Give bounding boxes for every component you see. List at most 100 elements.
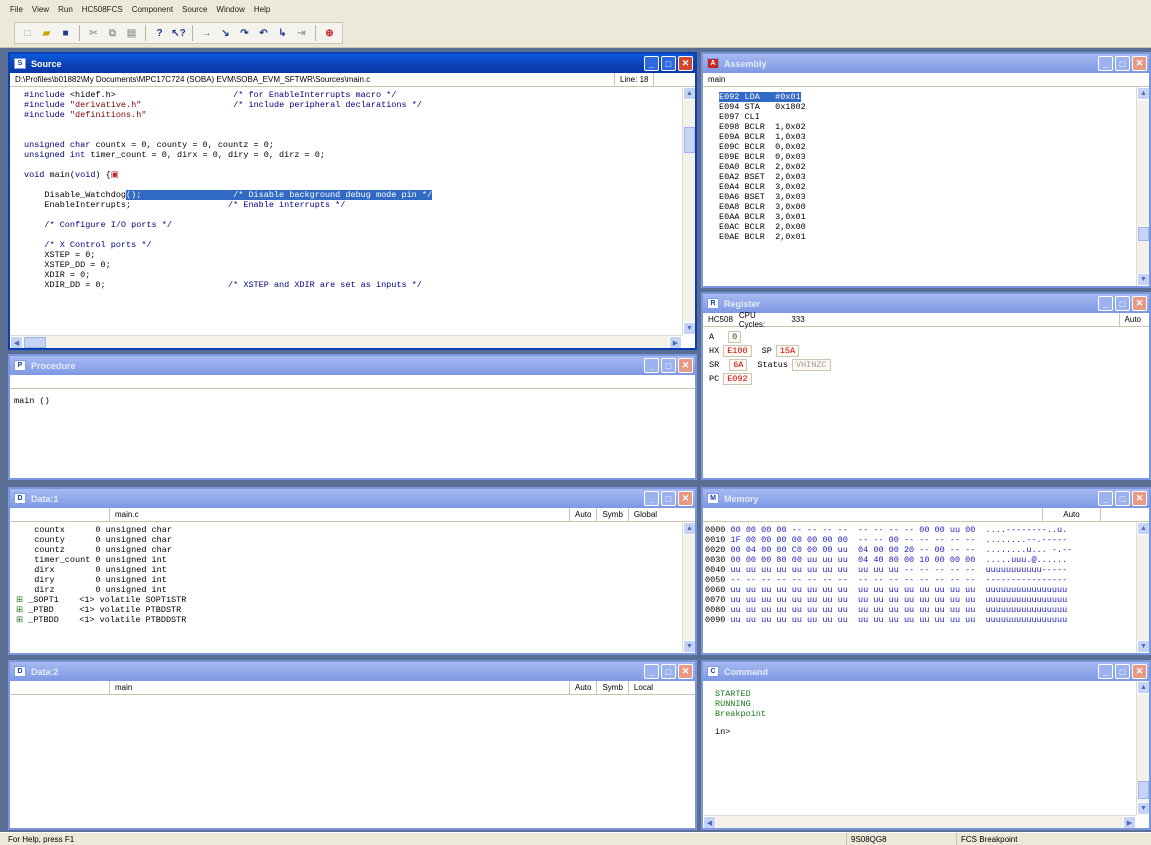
procedure-entry[interactable]: main (): [14, 396, 695, 406]
paste-icon[interactable]: ▤: [123, 25, 140, 42]
scroll-down-icon[interactable]: ▼: [1137, 273, 1149, 286]
assembly-listing[interactable]: E092 LDA #0x01 E094 STA 0x1802 E097 CLI E0…: [703, 87, 1149, 286]
assembly-row[interactable]: E0AE BCLR 2,0x01: [719, 232, 1149, 242]
scroll-down-icon[interactable]: ▼: [683, 322, 695, 335]
memory-mode[interactable]: Auto: [1043, 507, 1101, 522]
assembly-row[interactable]: E0A6 BSET 3,0x03: [719, 192, 1149, 202]
assembly-row[interactable]: E0A0 BCLR 2,0x02: [719, 162, 1149, 172]
new-file-icon[interactable]: □: [19, 25, 36, 42]
menu-source[interactable]: Source: [182, 5, 207, 14]
variable-row[interactable]: ⊞ _PTBDD <1> volatile PTBDDSTR: [16, 615, 682, 625]
reg-hx-value[interactable]: E100: [723, 345, 752, 357]
assembly-row[interactable]: E092 LDA #0x01: [719, 92, 1149, 102]
maximize-button[interactable]: □: [661, 358, 676, 373]
command-hscroll[interactable]: ◀ ▶: [703, 815, 1136, 828]
memory-row[interactable]: 0070 uu uu uu uu uu uu uu uu uu uu uu uu…: [705, 595, 1136, 605]
variable-row[interactable]: countx 0 unsigned char: [16, 525, 682, 535]
memory-hex[interactable]: -- -- -- -- -- -- -- -- -- -- -- -- -- -…: [731, 575, 986, 585]
minimize-button[interactable]: _: [644, 491, 659, 506]
menu-run[interactable]: Run: [58, 5, 73, 14]
menu-view[interactable]: View: [32, 5, 49, 14]
maximize-button[interactable]: □: [1115, 56, 1130, 71]
memory-row[interactable]: 0090 uu uu uu uu uu uu uu uu uu uu uu uu…: [705, 615, 1136, 625]
assembly-row[interactable]: E09C BCLR 0,0x02: [719, 142, 1149, 152]
source-vscroll[interactable]: ▲ ▼: [682, 87, 695, 335]
minimize-button[interactable]: _: [644, 664, 659, 679]
command-titlebar[interactable]: C Command _ □ ✕: [703, 662, 1149, 681]
data1-mode[interactable]: Auto: [570, 507, 598, 522]
scroll-down-icon[interactable]: ▼: [683, 640, 695, 653]
command-prompt[interactable]: in>: [715, 727, 1136, 737]
source-hscroll[interactable]: ◀ ▶: [10, 335, 682, 348]
scroll-down-icon[interactable]: ▼: [1137, 802, 1149, 815]
scroll-up-icon[interactable]: ▲: [1137, 522, 1149, 535]
source-code[interactable]: #include <hidef.h> /* for EnableInterrup…: [10, 87, 682, 335]
close-button[interactable]: ✕: [678, 491, 693, 506]
memory-hex[interactable]: uu uu uu uu uu uu uu uu uu uu uu -- -- -…: [731, 565, 986, 575]
data1-format[interactable]: Symb: [597, 507, 629, 522]
assembly-row[interactable]: E0A2 BSET 2,0x03: [719, 172, 1149, 182]
assembly-titlebar[interactable]: A Assembly _ □ ✕: [703, 54, 1149, 73]
scroll-up-icon[interactable]: ▲: [1137, 681, 1149, 694]
data1-scope[interactable]: Global: [629, 508, 662, 522]
maximize-button[interactable]: □: [1115, 491, 1130, 506]
close-button[interactable]: ✕: [1132, 296, 1147, 311]
close-button[interactable]: ✕: [1132, 664, 1147, 679]
variable-row[interactable]: dirz 0 unsigned int: [16, 585, 682, 595]
maximize-button[interactable]: □: [1115, 296, 1130, 311]
scroll-thumb[interactable]: [684, 127, 695, 153]
scroll-down-icon[interactable]: ▼: [1137, 640, 1149, 653]
data2-mode[interactable]: Auto: [570, 680, 598, 695]
close-button[interactable]: ✕: [678, 664, 693, 679]
menu-help[interactable]: Help: [254, 5, 270, 14]
memory-hex[interactable]: uu uu uu uu uu uu uu uu uu uu uu uu uu u…: [731, 605, 986, 615]
memory-row[interactable]: 0020 00 04 00 00 C0 00 00 uu 04 00 00 20…: [705, 545, 1136, 555]
scroll-left-icon[interactable]: ◀: [703, 816, 716, 828]
scroll-thumb[interactable]: [1138, 227, 1149, 241]
reset-icon[interactable]: ⊕: [321, 25, 338, 42]
data1-titlebar[interactable]: D Data:1 _ □ ✕: [10, 489, 695, 508]
variable-row[interactable]: diry 0 unsigned int: [16, 575, 682, 585]
single-step-icon[interactable]: ↘: [217, 25, 234, 42]
context-help-icon[interactable]: ↖?: [170, 25, 187, 42]
memory-hex[interactable]: 00 00 00 80 00 uu uu uu 04 40 80 00 10 0…: [731, 555, 986, 565]
memory-row[interactable]: 0060 uu uu uu uu uu uu uu uu uu uu uu uu…: [705, 585, 1136, 595]
memory-row[interactable]: 0050 -- -- -- -- -- -- -- -- -- -- -- --…: [705, 575, 1136, 585]
memory-dump[interactable]: 0000 00 00 00 00 -- -- -- -- -- -- -- --…: [703, 522, 1136, 653]
data2-scope[interactable]: Local: [629, 681, 658, 695]
maximize-button[interactable]: □: [661, 56, 676, 71]
memory-hex[interactable]: 1F 00 00 00 00 00 00 00 -- -- 00 -- -- -…: [731, 535, 986, 545]
scroll-thumb[interactable]: [1138, 781, 1149, 799]
variable-row[interactable]: ⊞ _SOPT1 <1> volatile SOPT1STR: [16, 595, 682, 605]
minimize-button[interactable]: _: [644, 56, 659, 71]
scroll-thumb[interactable]: [24, 337, 46, 348]
memory-hex[interactable]: uu uu uu uu uu uu uu uu uu uu uu uu uu u…: [731, 595, 986, 605]
step-out-icon[interactable]: ↶: [255, 25, 272, 42]
memory-row[interactable]: 0030 00 00 00 80 00 uu uu uu 04 40 80 00…: [705, 555, 1136, 565]
assembly-row[interactable]: E09A BCLR 1,0x03: [719, 132, 1149, 142]
expand-icon[interactable]: ⊞: [16, 615, 28, 625]
memory-row[interactable]: 0000 00 00 00 00 -- -- -- -- -- -- -- --…: [705, 525, 1136, 535]
halt-icon[interactable]: ⇥: [293, 25, 310, 42]
menu-hc508fcs[interactable]: HC508FCS: [82, 5, 123, 14]
variable-row[interactable]: county 0 unsigned char: [16, 535, 682, 545]
status-flags-value[interactable]: VHINZC: [792, 359, 831, 371]
assembly-step-icon[interactable]: ↳: [274, 25, 291, 42]
memory-row[interactable]: 0080 uu uu uu uu uu uu uu uu uu uu uu uu…: [705, 605, 1136, 615]
copy-icon[interactable]: ⧉: [104, 25, 121, 42]
reg-sr-value[interactable]: 6A: [729, 359, 748, 371]
menu-window[interactable]: Window: [216, 5, 244, 14]
minimize-button[interactable]: _: [644, 358, 659, 373]
save-icon[interactable]: ■: [57, 25, 74, 42]
menu-component[interactable]: Component: [132, 5, 173, 14]
maximize-button[interactable]: □: [661, 491, 676, 506]
minimize-button[interactable]: _: [1098, 664, 1113, 679]
close-button[interactable]: ✕: [678, 358, 693, 373]
assembly-row[interactable]: E094 STA 0x1802: [719, 102, 1149, 112]
memory-hex[interactable]: 00 04 00 00 C0 00 00 uu 04 00 00 20 -- 0…: [731, 545, 986, 555]
step-over-icon[interactable]: ↷: [236, 25, 253, 42]
assembly-vscroll[interactable]: ▲ ▼: [1136, 87, 1149, 286]
data2-titlebar[interactable]: D Data:2 _ □ ✕: [10, 662, 695, 681]
memory-row[interactable]: 0040 uu uu uu uu uu uu uu uu uu uu uu --…: [705, 565, 1136, 575]
close-button[interactable]: ✕: [1132, 491, 1147, 506]
